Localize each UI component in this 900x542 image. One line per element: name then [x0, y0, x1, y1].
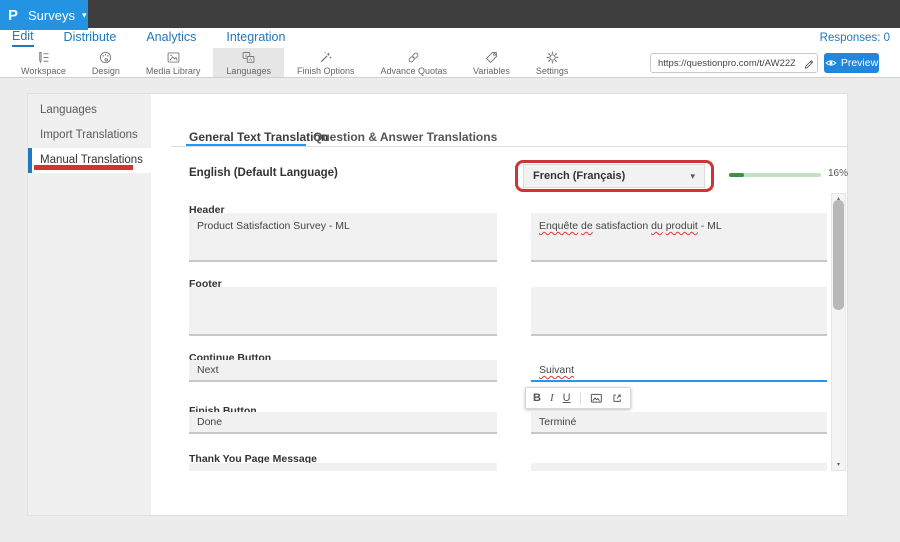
toolbar-item-label: Variables	[473, 66, 510, 76]
chevron-down-icon: ▾	[82, 10, 87, 21]
header-translation-textarea[interactable]: Enquête de satisfaction du produit - ML	[531, 213, 827, 262]
app-name: Surveys	[28, 8, 75, 23]
selected-language: French (Français)	[533, 170, 625, 182]
toolbar-item-design[interactable]: Design	[79, 48, 133, 77]
translations-sidebar: Languages Import Translations Manual Tra…	[28, 94, 151, 515]
sidebar-item-languages[interactable]: Languages	[28, 98, 151, 123]
toolbar-item-settings[interactable]: Settings	[523, 48, 582, 77]
tab-general-text-translation[interactable]: General Text Translation	[189, 130, 328, 144]
tab-question-answer-translations[interactable]: Question & Answer Translations	[313, 130, 497, 144]
toolbar-item-label: Languages	[226, 66, 271, 76]
product-menu[interactable]: P Surveys ▾	[0, 0, 88, 30]
responses-count-link[interactable]: Responses: 0	[820, 32, 890, 44]
variables-tag-icon	[484, 50, 499, 65]
scroll-down-arrow[interactable]: ▾	[831, 461, 846, 468]
toolbar-item-advance-quotas[interactable]: Advance Quotas	[367, 48, 460, 77]
toolbar-item-label: Finish Options	[297, 66, 355, 76]
workspace-icon	[36, 50, 51, 65]
toolbar-item-variables[interactable]: Variables	[460, 48, 523, 77]
tabs-divider	[171, 146, 847, 147]
toolbar-separator	[580, 392, 581, 405]
progress-percent: 16%	[828, 168, 848, 179]
format-toolbar: B I U	[525, 387, 631, 409]
toolbar-item-label: Settings	[536, 66, 569, 76]
finish-options-wand-icon	[318, 50, 333, 65]
edit-url-pencil-icon[interactable]	[799, 54, 817, 72]
languages-panel: Languages Import Translations Manual Tra…	[27, 93, 848, 516]
footer-translation-textarea[interactable]	[531, 287, 827, 336]
toolbar-item-media-library[interactable]: Media Library	[133, 48, 214, 77]
toolbar-item-label: Advance Quotas	[380, 66, 447, 76]
page: P Surveys ▾ My Surveys > Product Satisfa…	[0, 0, 900, 542]
questionpro-logo-icon[interactable]: P	[8, 7, 18, 24]
preview-button[interactable]: Preview	[824, 53, 879, 73]
default-language-label: English (Default Language)	[189, 167, 338, 179]
toolbar-item-label: Design	[92, 66, 120, 76]
design-palette-icon	[98, 50, 113, 65]
underline-button[interactable]: U	[563, 393, 571, 404]
finish-source-input[interactable]: Done	[189, 412, 497, 434]
toolbar-item-languages[interactable]: x A Languages	[213, 48, 284, 77]
preview-label: Preview	[841, 57, 878, 69]
italic-button[interactable]: I	[550, 393, 554, 404]
primary-nav: Edit Distribute Analytics Integration Re…	[0, 28, 900, 48]
survey-url-field	[650, 53, 818, 73]
progress-fill	[729, 173, 744, 177]
translation-progress-bar	[729, 173, 821, 177]
insert-link-button[interactable]	[611, 392, 623, 404]
scrollbar-thumb[interactable]	[833, 200, 844, 310]
toolbar-item-label: Media Library	[146, 66, 201, 76]
finish-translation-input[interactable]: Terminé	[531, 412, 827, 434]
footer-source-textarea[interactable]	[189, 287, 497, 336]
languages-translate-icon: x A	[241, 50, 256, 65]
header-source-textarea[interactable]: Product Satisfaction Survey - ML	[189, 213, 497, 262]
eye-icon	[825, 58, 837, 68]
nav-tab-integration[interactable]: Integration	[226, 30, 285, 46]
nav-tab-edit[interactable]: Edit	[12, 29, 34, 47]
insert-image-button[interactable]	[590, 392, 603, 404]
toolbar-item-finish-options[interactable]: Finish Options	[284, 48, 368, 77]
toolbar-item-label: Workspace	[21, 66, 66, 76]
target-language-dropdown[interactable]: French (Français) ▾	[523, 164, 705, 188]
annotation-underline	[34, 165, 133, 170]
nav-tab-analytics[interactable]: Analytics	[146, 30, 196, 46]
thankyou-source-textarea[interactable]	[189, 463, 497, 471]
media-library-icon	[166, 50, 181, 65]
bold-button[interactable]: B	[533, 393, 541, 404]
advance-quotas-chain-icon	[406, 50, 421, 65]
nav-tab-distribute[interactable]: Distribute	[64, 30, 117, 46]
survey-url-input[interactable]	[651, 58, 799, 69]
toolbar-item-workspace[interactable]: Workspace	[8, 48, 79, 77]
dropdown-caret-icon: ▾	[690, 171, 695, 182]
top-bar	[0, 0, 900, 28]
continue-translation-input[interactable]: Suivant	[531, 360, 827, 382]
continue-source-input[interactable]: Next	[189, 360, 497, 382]
sidebar-item-import-translations[interactable]: Import Translations	[28, 123, 151, 148]
settings-gear-icon	[545, 50, 560, 65]
thankyou-translation-textarea[interactable]	[531, 463, 827, 471]
